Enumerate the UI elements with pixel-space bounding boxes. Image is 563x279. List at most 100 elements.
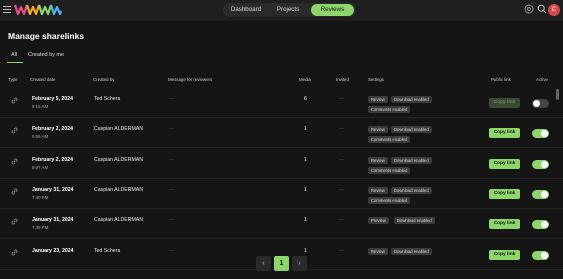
link-icon: [11, 249, 18, 255]
setting-tag: Review: [368, 156, 388, 164]
search-icon[interactable]: [537, 4, 547, 14]
logo[interactable]: [14, 3, 62, 16]
nav-projects[interactable]: Projects: [268, 4, 308, 16]
active-toggle[interactable]: [532, 99, 549, 108]
table-row[interactable]: February 2, 2024 8:07 AM Caspian ALDERMAN —…: [0, 149, 563, 179]
link-icon: [11, 158, 18, 164]
menu-icon[interactable]: [3, 6, 11, 13]
nav-dashboard[interactable]: Dashboard: [226, 4, 266, 16]
scrollbar[interactable]: [556, 89, 559, 100]
invited-count: —: [339, 186, 345, 193]
toggle-knob: [541, 221, 548, 229]
setting-tag: Review: [368, 247, 388, 255]
created-date: February 5, 2024: [32, 96, 73, 102]
setting-tag: Download enabled: [391, 156, 432, 164]
avatar[interactable]: C: [548, 4, 560, 16]
table-row[interactable]: February 2, 2024 9:06 AM Caspian ALDERMAN —…: [0, 118, 563, 149]
media-count: 1: [304, 186, 307, 193]
message-for-reviewers: —: [169, 186, 175, 193]
message-for-reviewers: —: [169, 247, 175, 254]
setting-tag: Download enabled: [391, 186, 432, 194]
column-created-by[interactable]: Created by: [93, 77, 114, 82]
toggle-knob: [533, 100, 540, 107]
invited-count: —: [339, 96, 345, 102]
created-by: Caspian ALDERMAN: [94, 156, 144, 163]
setting-tag: Download enabled: [391, 126, 432, 134]
table-row[interactable]: February 5, 2024 8:15 AM Ted Schera — 6 — Revi…: [0, 88, 563, 118]
page-1-button[interactable]: 1: [274, 256, 289, 271]
message-for-reviewers: —: [169, 96, 175, 102]
invited-count: —: [339, 247, 345, 254]
created-time: 8:15 AM: [32, 104, 49, 109]
tab-created-by-me[interactable]: Created by me: [28, 52, 64, 58]
copy-link-button[interactable]: Copy link: [489, 219, 520, 230]
created-by: Caspian ALDERMAN: [94, 186, 144, 193]
media-count: 1: [304, 126, 307, 133]
column-active: Active: [536, 77, 548, 82]
created-by: Caspian ALDERMAN: [94, 126, 144, 133]
column-created-date[interactable]: Created date: [30, 77, 55, 82]
created-date: January 31, 2024: [32, 186, 74, 193]
column-public-link: Public link: [491, 77, 511, 82]
setting-tag: Comments enabled: [368, 166, 411, 174]
created-time: 7:40 PM: [32, 194, 49, 200]
table-row[interactable]: January 31, 2024 7:40 PM Caspian ALDERMAN —…: [0, 179, 563, 209]
copy-link-button[interactable]: Copy link: [489, 128, 520, 139]
message-for-reviewers: —: [169, 156, 175, 163]
created-by: Ted Schera: [94, 247, 121, 254]
settings-icon[interactable]: [524, 4, 534, 14]
prev-page-button[interactable]: ‹: [256, 256, 271, 271]
setting-tag: Download enabled: [394, 217, 435, 225]
setting-tag: Preview: [368, 217, 389, 225]
link-icon: [11, 218, 18, 225]
column-settings: Settings: [368, 77, 384, 82]
setting-tag: Review: [368, 126, 388, 134]
link-icon: [11, 188, 18, 195]
message-for-reviewers: —: [169, 217, 175, 224]
active-toggle[interactable]: [532, 220, 549, 230]
toggle-knob: [541, 130, 548, 138]
invited-count: —: [339, 126, 345, 133]
link-icon: [11, 127, 18, 134]
column-message: Message for reviewers: [168, 77, 213, 82]
setting-tag: Review: [368, 186, 388, 194]
top-bar: Dashboard Projects Reviews C: [0, 0, 563, 21]
media-count: 6: [304, 96, 307, 102]
setting-tag: Comments enabled: [368, 136, 411, 144]
copy-link-button[interactable]: Copy link: [489, 249, 520, 260]
setting-tag: Download enabled: [391, 96, 432, 103]
media-count: 1: [304, 217, 307, 224]
created-time: 8:07 AM: [32, 164, 49, 170]
table-row[interactable]: January 31, 2024 7:39 PM Caspian ALDERMAN —…: [0, 209, 563, 240]
media-count: 1: [304, 247, 307, 254]
copy-link-button[interactable]: Copy link: [489, 98, 520, 108]
active-toggle[interactable]: [532, 189, 549, 199]
created-time: 9:06 AM: [32, 134, 49, 140]
created-by: Caspian ALDERMAN: [94, 217, 144, 224]
created-date: January 23, 2024: [32, 247, 74, 254]
copy-link-button[interactable]: Copy link: [489, 158, 520, 169]
page-title: Manage sharelinks: [8, 31, 85, 41]
column-type: Type: [8, 77, 18, 82]
message-for-reviewers: —: [169, 126, 175, 133]
active-toggle[interactable]: [532, 159, 549, 169]
invited-count: —: [339, 217, 345, 224]
main-nav: Dashboard Projects Reviews: [223, 3, 356, 17]
link-icon: [11, 97, 18, 104]
active-toggle[interactable]: [532, 250, 549, 260]
copy-link-button[interactable]: Copy link: [489, 188, 520, 199]
media-count: 1: [304, 156, 307, 163]
nav-reviews[interactable]: Reviews: [311, 4, 354, 16]
invited-count: —: [339, 156, 345, 163]
created-by: Ted Schera: [94, 96, 121, 102]
created-date: January 31, 2024: [32, 217, 74, 224]
next-page-button[interactable]: ›: [292, 256, 307, 271]
tab-all[interactable]: All: [11, 52, 17, 58]
setting-tag: Download enabled: [391, 247, 432, 255]
active-toggle[interactable]: [532, 129, 549, 139]
setting-tag: Comments enabled: [368, 106, 411, 113]
column-invited[interactable]: Invited: [336, 77, 349, 82]
column-media[interactable]: Media: [299, 77, 311, 82]
setting-tag: Comments enabled: [368, 196, 411, 204]
created-date: February 2, 2024: [32, 126, 73, 133]
